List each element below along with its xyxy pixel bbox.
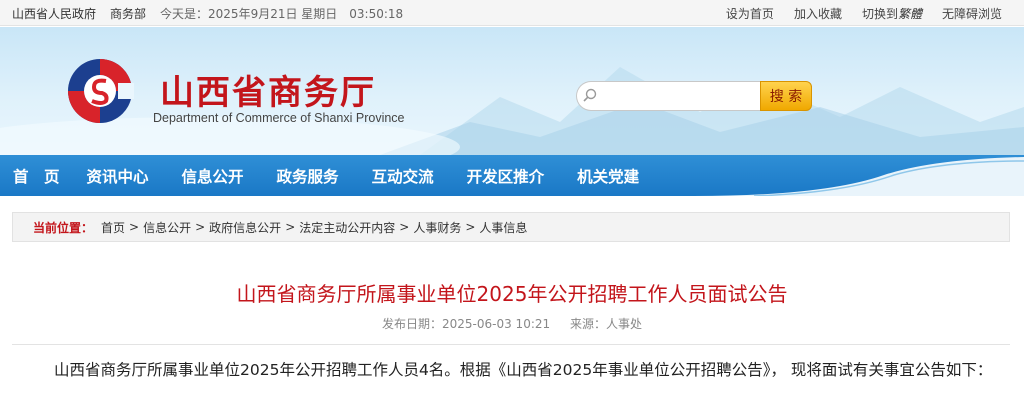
breadcrumb-label: 当前位置： xyxy=(33,220,94,235)
nav-item-party[interactable]: 机关党建 xyxy=(577,165,639,187)
set-home-link[interactable]: 设为首页 xyxy=(726,5,774,22)
logo-icon xyxy=(68,59,134,123)
breadcrumb-item-gov-info[interactable]: 政府信息公开 xyxy=(209,219,281,236)
top-bar: 山西省人民政府 商务部 今天是：2025年9月21日 星期日 03:50:18 … xyxy=(0,0,1024,26)
accessible-link[interactable]: 无障碍浏览 xyxy=(942,5,1002,22)
breadcrumb-item-info[interactable]: 信息公开 xyxy=(143,219,191,236)
nav-item-news[interactable]: 资讯中心 xyxy=(87,165,149,187)
breadcrumb-separator: > xyxy=(285,220,296,234)
breadcrumb-item-home[interactable]: 首页 xyxy=(101,219,125,236)
article-title: 山西省商务厅所属事业单位2025年公开招聘工作人员面试公告 xyxy=(236,282,788,306)
site-subtitle: Department of Commerce of Shanxi Provinc… xyxy=(153,111,405,125)
gov-link[interactable]: 山西省人民政府 xyxy=(12,5,96,22)
switch-text: 切换到 xyxy=(861,6,898,21)
nav-item-interaction[interactable]: 互动交流 xyxy=(372,165,434,187)
breadcrumb-separator: > xyxy=(465,220,476,234)
header-banner: 山西省商务厅 Department of Commerce of Shanxi … xyxy=(0,27,1024,155)
article-paragraph: 山西省商务厅所属事业单位2025年公开招聘工作人员4名。根据《山西省2025年事… xyxy=(54,361,993,379)
breadcrumb-separator: > xyxy=(399,220,410,234)
search-input[interactable] xyxy=(576,81,760,111)
search-button[interactable]: 搜 索 xyxy=(760,81,812,111)
search-icon xyxy=(583,88,597,102)
mountain-background xyxy=(0,67,1024,155)
main-nav: 首 页 资讯中心 信息公开 政务服务 互动交流 开发区推介 机关党建 xyxy=(0,155,1024,196)
article-divider xyxy=(12,344,1010,345)
site-title: 山西省商务厅 xyxy=(160,73,376,113)
nav-list: 首 页 资讯中心 信息公开 政务服务 互动交流 开发区推介 机关党建 xyxy=(0,155,1024,196)
breadcrumb-separator: > xyxy=(195,220,206,234)
search-box: 搜 索 xyxy=(576,81,812,111)
switch-traditional-link[interactable]: 切换到繁體 xyxy=(862,5,922,22)
breadcrumb-separator: > xyxy=(129,220,140,234)
publish-date: 发布日期：2025-06-03 10:21 xyxy=(382,317,551,331)
add-favorite-link[interactable]: 加入收藏 xyxy=(794,5,842,22)
nav-item-services[interactable]: 政务服务 xyxy=(277,165,339,187)
breadcrumb-item-statutory[interactable]: 法定主动公开内容 xyxy=(299,219,395,236)
dept-link[interactable]: 商务部 xyxy=(110,5,146,22)
date-display: 今天是：2025年9月21日 星期日 03:50:18 xyxy=(160,6,404,21)
nav-item-home[interactable]: 首 页 xyxy=(13,165,60,187)
switch-em: 繁體 xyxy=(897,6,922,21)
article-source: 来源：人事处 xyxy=(569,317,642,331)
nav-item-development[interactable]: 开发区推介 xyxy=(467,165,545,187)
article-meta: 发布日期：2025-06-03 10:21 来源：人事处 xyxy=(0,315,1024,332)
nav-item-info[interactable]: 信息公开 xyxy=(182,165,244,187)
breadcrumb-item-personnel-info[interactable]: 人事信息 xyxy=(479,219,527,236)
breadcrumb-item-personnel-finance[interactable]: 人事财务 xyxy=(413,219,461,236)
breadcrumb: 当前位置： 首页 > 信息公开 > 政府信息公开 > 法定主动公开内容 > 人事财务 > … xyxy=(12,212,1010,242)
